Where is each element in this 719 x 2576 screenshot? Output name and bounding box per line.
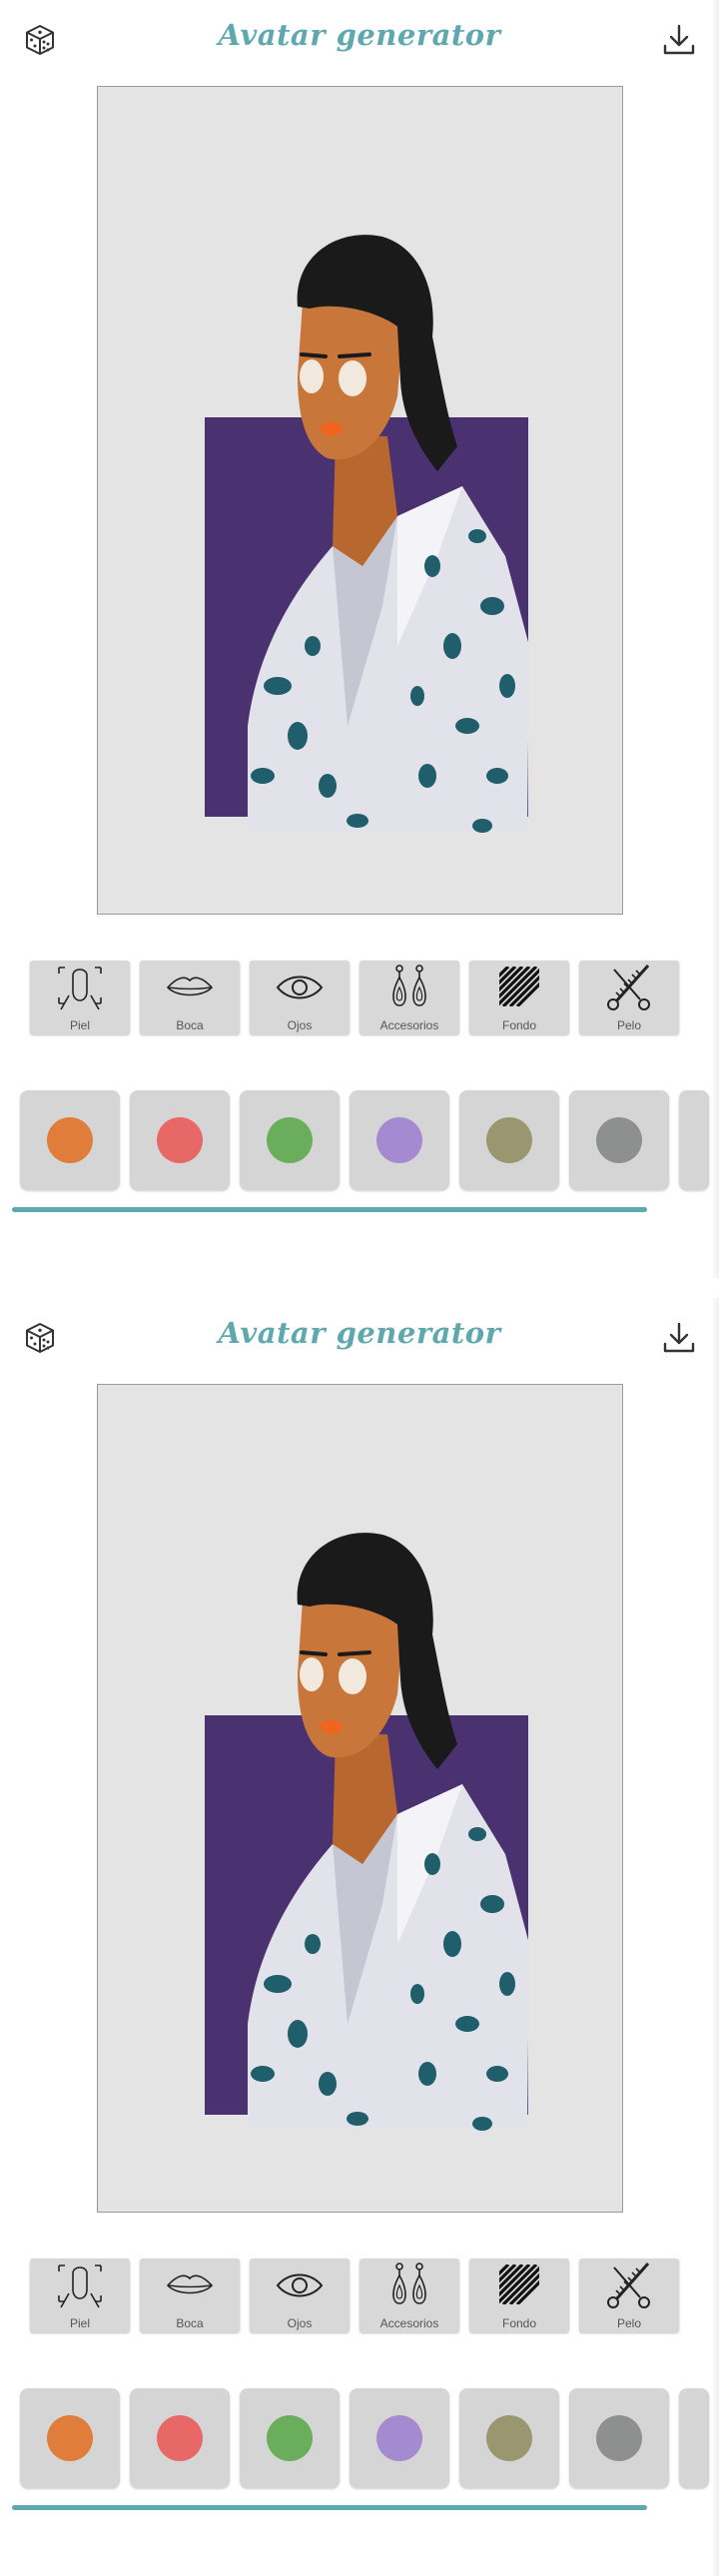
- tab-pelo[interactable]: Pelo: [579, 961, 679, 1034]
- tab-label: Piel: [69, 2316, 90, 2330]
- top-bar: Avatar generator: [0, 1298, 719, 1376]
- tab-ojos[interactable]: Ojos: [250, 2258, 350, 2332]
- color-swatch[interactable]: [20, 1090, 120, 1190]
- tab-pelo[interactable]: Pelo: [579, 2258, 679, 2332]
- color-swatch[interactable]: [240, 2388, 340, 2488]
- color-swatch[interactable]: [20, 2388, 120, 2488]
- lips-icon: [166, 976, 214, 996]
- color-swatch[interactable]: [569, 1090, 669, 1190]
- top-bar: Avatar generator: [0, 0, 719, 78]
- color-swatch[interactable]: [350, 1090, 449, 1190]
- tab-piel[interactable]: Piel: [30, 961, 130, 1034]
- eye-icon: [276, 2273, 324, 2297]
- color-dot: [486, 2415, 532, 2461]
- scissors-comb-icon: [607, 2262, 650, 2308]
- tab-boca[interactable]: Boca: [140, 961, 240, 1034]
- app-title: Avatar generator: [218, 1316, 501, 1350]
- category-tabs: Piel Boca Ojos Accesorios Fondo Pelo: [30, 2258, 679, 2334]
- color-dot: [157, 1117, 203, 1163]
- color-swatch-partial[interactable]: [679, 2388, 709, 2488]
- color-swatch[interactable]: [350, 2388, 449, 2488]
- tab-label: Piel: [69, 1018, 90, 1032]
- color-swatches: [20, 1090, 719, 1192]
- download-button[interactable]: [657, 18, 701, 62]
- color-swatch[interactable]: [130, 2388, 230, 2488]
- tab-label: Accesorios: [379, 1018, 439, 1032]
- color-dot: [157, 2415, 203, 2461]
- face-outline-icon: [58, 2264, 102, 2308]
- color-dot: [376, 1117, 422, 1163]
- tab-label: Fondo: [501, 2316, 537, 2330]
- tab-label: Fondo: [501, 1018, 537, 1032]
- tab-label: Boca: [176, 2316, 204, 2330]
- horizontal-scrollbar[interactable]: [12, 2505, 647, 2510]
- color-dot: [47, 1117, 93, 1163]
- scissors-comb-icon: [607, 965, 650, 1010]
- color-dot: [486, 1117, 532, 1163]
- color-dot: [267, 2415, 313, 2461]
- color-dot: [596, 2415, 642, 2461]
- stripes-icon: [499, 2264, 539, 2304]
- tab-label: Ojos: [287, 1018, 313, 1032]
- lips-icon: [166, 2274, 214, 2294]
- category-tabs: Piel Boca Ojos Accesorios Fondo Pelo: [30, 961, 679, 1036]
- avatar-canvas: [97, 1384, 623, 2213]
- color-dot: [376, 2415, 422, 2461]
- app-screen: Avatar generator Piel Boca Ojos Accesori…: [0, 0, 719, 1278]
- download-button[interactable]: [657, 1316, 701, 1360]
- color-swatch[interactable]: [459, 1090, 559, 1190]
- tab-fondo[interactable]: Fondo: [469, 2258, 569, 2332]
- color-swatch-partial[interactable]: [679, 1090, 709, 1190]
- color-swatch[interactable]: [240, 1090, 340, 1190]
- tab-fondo[interactable]: Fondo: [469, 961, 569, 1034]
- download-icon: [663, 24, 695, 55]
- color-dot: [267, 1117, 313, 1163]
- earrings-icon: [392, 965, 426, 1006]
- tab-label: Boca: [176, 1018, 204, 1032]
- color-swatch[interactable]: [130, 1090, 230, 1190]
- edge-shadow: [711, 0, 719, 1278]
- tab-piel[interactable]: Piel: [30, 2258, 130, 2332]
- color-swatch[interactable]: [569, 2388, 669, 2488]
- tab-ojos[interactable]: Ojos: [250, 961, 350, 1034]
- eye-icon: [276, 975, 324, 999]
- app-title: Avatar generator: [218, 18, 501, 52]
- edge-shadow: [711, 1298, 719, 2576]
- tab-accesorios[interactable]: Accesorios: [360, 961, 459, 1034]
- horizontal-scrollbar[interactable]: [12, 1207, 647, 1212]
- tab-accesorios[interactable]: Accesorios: [360, 2258, 459, 2332]
- stripes-icon: [499, 966, 539, 1006]
- avatar-illustration: [205, 235, 529, 833]
- color-swatch[interactable]: [459, 2388, 559, 2488]
- tab-label: Pelo: [616, 1018, 642, 1032]
- download-icon: [663, 1322, 695, 1353]
- tab-label: Pelo: [616, 2316, 642, 2330]
- app-screen: Avatar generator Piel Boca Ojos Accesori…: [0, 1298, 719, 2576]
- tab-label: Ojos: [287, 2316, 313, 2330]
- face-outline-icon: [58, 966, 102, 1010]
- tab-boca[interactable]: Boca: [140, 2258, 240, 2332]
- color-swatches: [20, 2388, 719, 2490]
- avatar-illustration: [205, 1533, 529, 2131]
- tab-label: Accesorios: [379, 2316, 439, 2330]
- avatar-canvas: [97, 86, 623, 915]
- color-dot: [47, 2415, 93, 2461]
- earrings-icon: [392, 2262, 426, 2304]
- color-dot: [596, 1117, 642, 1163]
